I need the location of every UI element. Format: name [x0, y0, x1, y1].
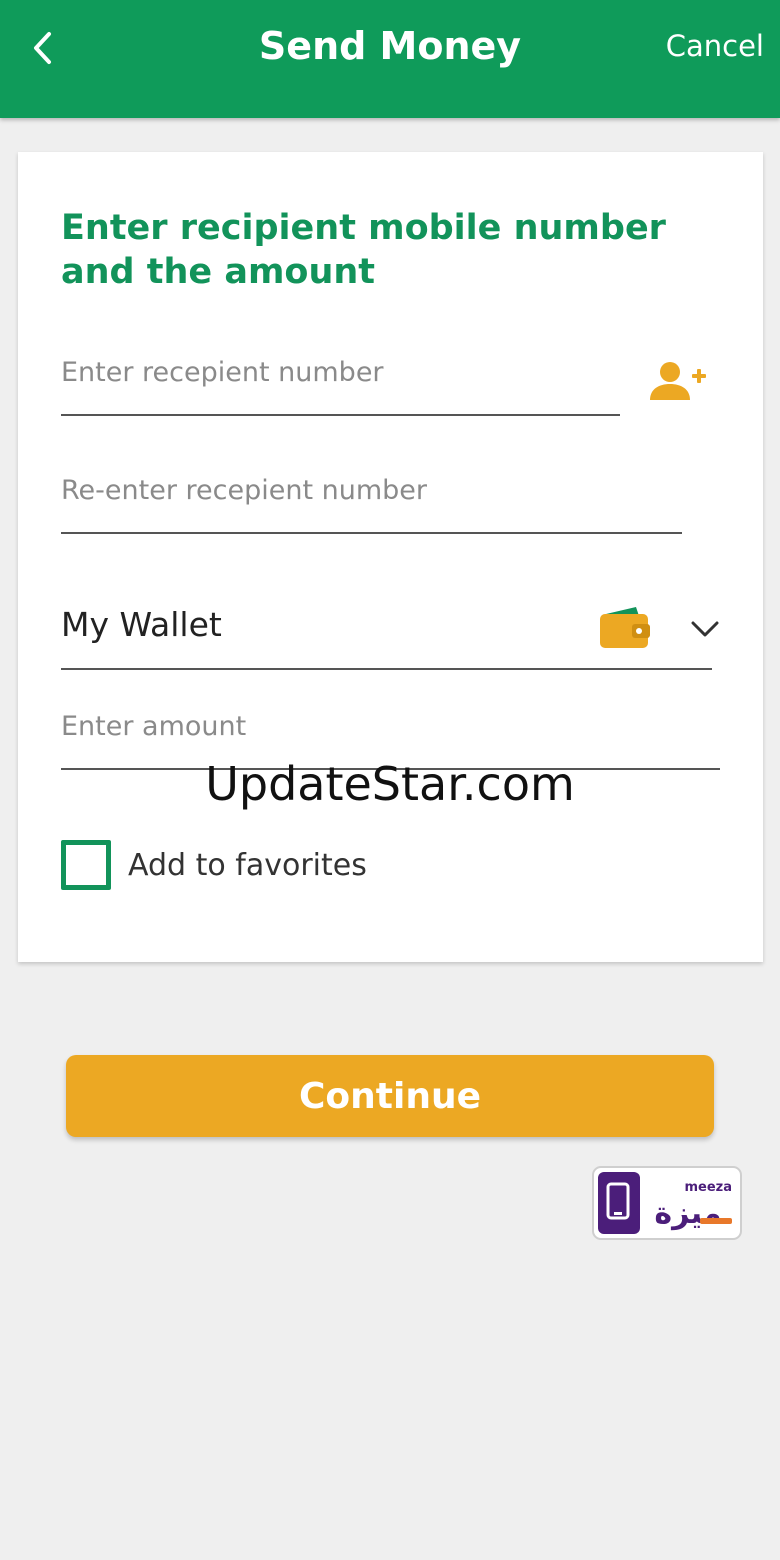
meeza-logo: meeza ميزة — [592, 1166, 742, 1240]
chevron-down-icon — [691, 621, 719, 637]
amount-input[interactable] — [61, 698, 720, 754]
meeza-latin-text: meeza — [684, 1180, 732, 1195]
chevron-left-icon — [34, 32, 51, 64]
form-heading: Enter recipient mobile number and the am… — [61, 208, 666, 292]
reenter-number-field — [61, 462, 682, 534]
recipient-number-field — [61, 344, 620, 416]
add-person-icon — [650, 362, 706, 400]
add-contact-button[interactable] — [646, 360, 710, 406]
wallet-dropdown-underline — [61, 668, 712, 670]
wallet-icon — [600, 607, 650, 648]
wallet-selected-value: My Wallet — [61, 605, 222, 644]
continue-button[interactable]: Continue — [66, 1055, 714, 1137]
recipient-number-input[interactable] — [61, 344, 620, 400]
send-money-form-card: Enter recipient mobile number and the am… — [18, 152, 763, 962]
wallet-dropdown[interactable]: My Wallet — [61, 592, 719, 670]
reenter-number-input[interactable] — [61, 462, 682, 518]
meeza-arabic-text: ميزة — [654, 1196, 721, 1231]
cancel-button[interactable]: Cancel — [666, 26, 764, 66]
reenter-number-underline — [61, 532, 682, 534]
add-to-favorites-row[interactable]: Add to favorites — [61, 838, 367, 892]
favorites-checkbox[interactable] — [61, 840, 111, 890]
app-header: Send Money Cancel — [0, 0, 780, 118]
page-title: Send Money — [258, 24, 522, 68]
favorites-label: Add to favorites — [128, 847, 367, 883]
amount-field — [61, 698, 720, 770]
back-button[interactable] — [22, 26, 62, 70]
recipient-number-underline — [61, 414, 620, 416]
amount-underline — [61, 768, 720, 770]
